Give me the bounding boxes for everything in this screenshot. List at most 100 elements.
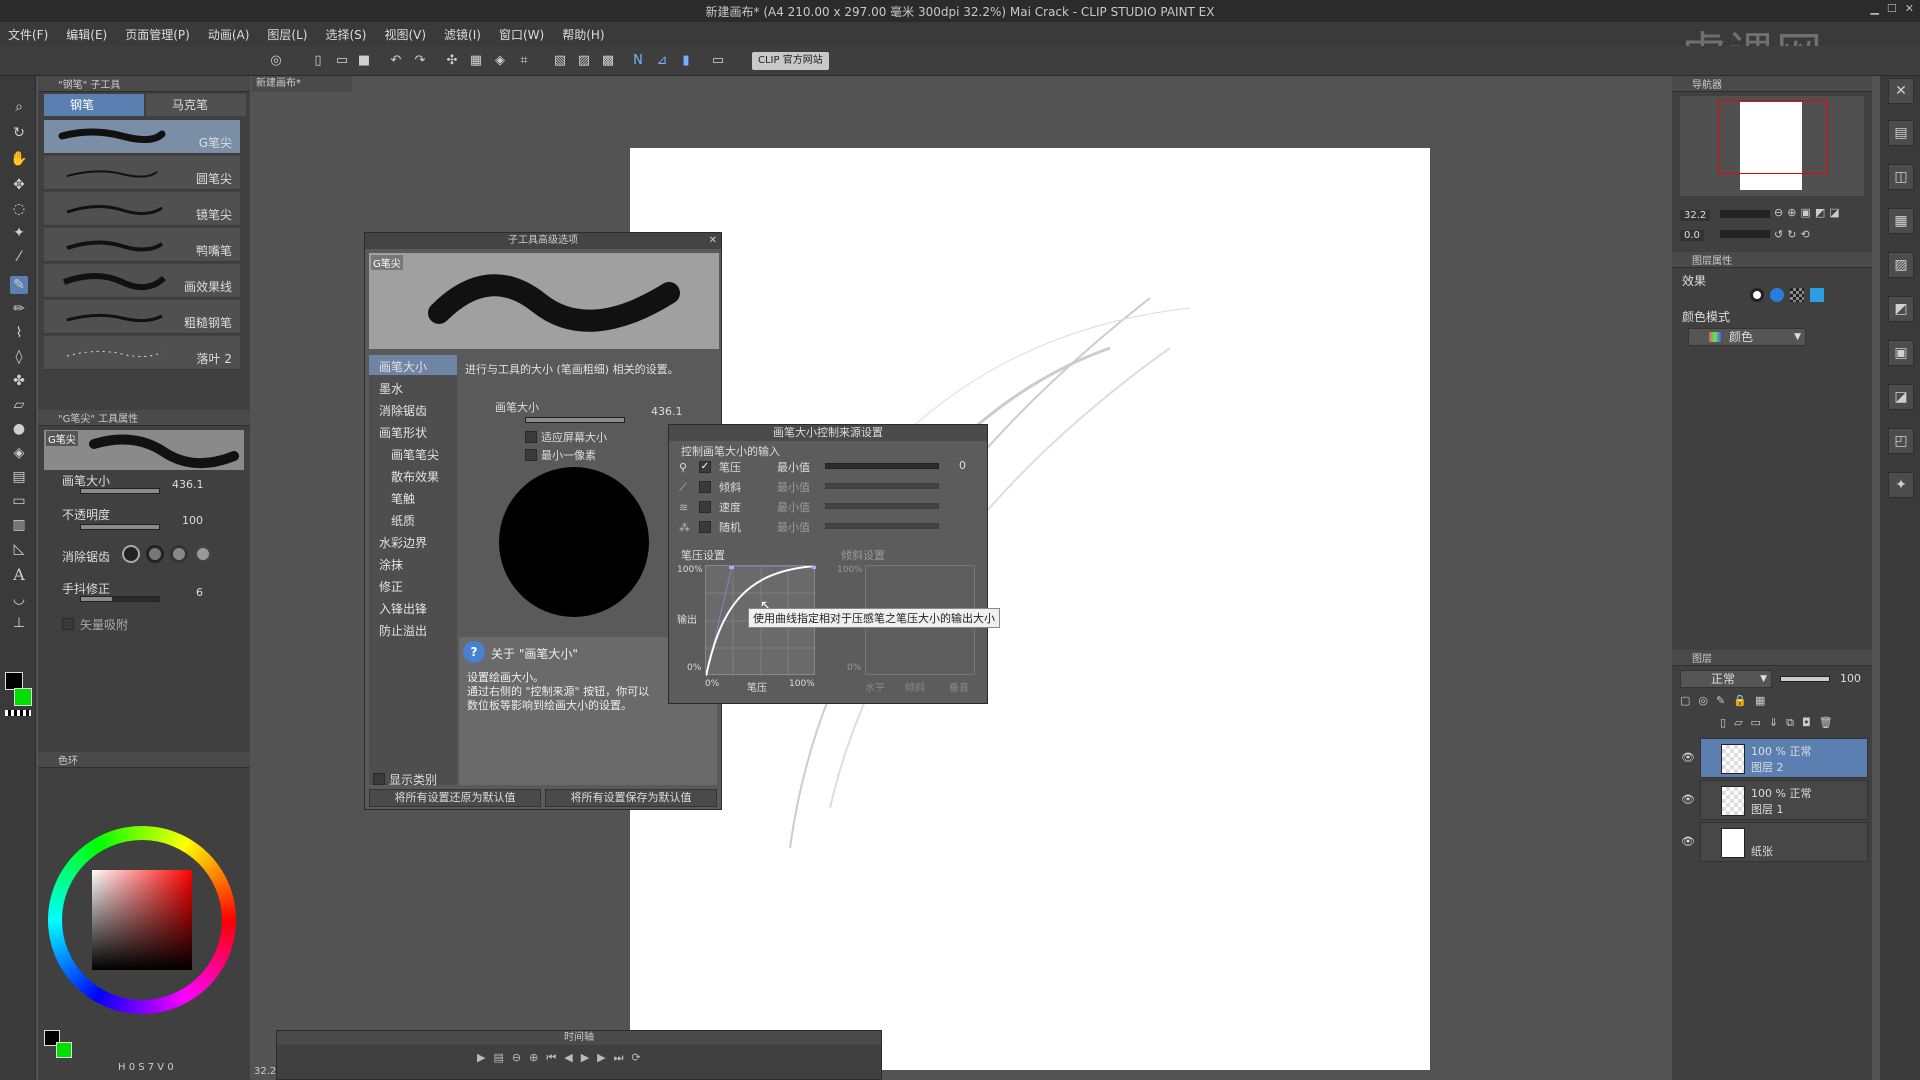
open-file-icon[interactable]: ▭ — [334, 53, 350, 69]
snap-special-icon[interactable]: ⊿ — [654, 53, 670, 69]
last-frame-icon[interactable]: ⏭ — [614, 1051, 624, 1065]
tilt-checkbox[interactable] — [699, 481, 711, 493]
draft-icon[interactable]: ✎ — [1716, 694, 1725, 707]
reset-default-button[interactable]: 将所有设置还原为默认值 — [369, 789, 541, 807]
balloon-icon[interactable]: ◡ — [10, 590, 28, 608]
navigator-zoom-slider[interactable] — [1720, 210, 1770, 218]
play-icon[interactable]: ▶ — [581, 1051, 589, 1065]
next-frame-icon[interactable]: ▶ — [597, 1051, 605, 1065]
copy-layer-icon[interactable]: ⧉ — [1786, 716, 1794, 730]
frame-icon[interactable]: ▥ — [10, 516, 28, 534]
prev-frame-icon[interactable]: ◀ — [564, 1051, 572, 1065]
navigator-tab[interactable]: 导航器 — [1692, 76, 1722, 91]
pose-icon[interactable]: ✦ — [1888, 472, 1914, 498]
color-mode-select[interactable]: 颜色 ▼ — [1688, 328, 1806, 346]
ruler-icon[interactable]: ◺ — [10, 540, 28, 558]
saturation-value-square[interactable] — [92, 870, 192, 970]
select-none-icon[interactable]: ▧ — [552, 53, 568, 69]
invert-select-icon[interactable]: ▨ — [576, 53, 592, 69]
panel-collapse-icon[interactable]: ✕ — [1888, 78, 1914, 104]
category-blend[interactable]: 涂抹 — [379, 556, 403, 573]
menu-view[interactable]: 视图(V) — [384, 26, 426, 43]
brush-item-leaves[interactable]: 落叶 2 — [44, 336, 240, 370]
new-vector-layer-icon[interactable]: ▱ — [1734, 716, 1742, 730]
visibility-eye-icon[interactable]: 👁 — [1681, 835, 1695, 848]
category-stroke[interactable]: 笔触 — [391, 490, 415, 507]
category-antialias[interactable]: 消除锯齿 — [379, 402, 427, 419]
menu-page[interactable]: 页面管理(P) — [125, 26, 190, 43]
flip-h-icon[interactable]: ◩ — [1815, 206, 1825, 219]
close-icon[interactable]: ✕ — [709, 233, 717, 249]
blend-mode-select[interactable]: 正常 ▼ — [1680, 670, 1772, 688]
fit-icon[interactable]: ▣ — [1800, 206, 1810, 219]
layer-row[interactable]: 👁 100 % 正常 图层 1 — [1681, 780, 1868, 820]
category-texture[interactable]: 纸质 — [391, 512, 415, 529]
category-brush-size[interactable]: 画笔大小 — [379, 358, 427, 375]
reference-icon[interactable]: ◎ — [1698, 694, 1708, 707]
min-pixel-checkbox[interactable] — [525, 449, 537, 461]
pressure-min-value[interactable]: 0 — [959, 459, 966, 472]
reset-rotate-icon[interactable]: ⟲ — [1800, 228, 1809, 241]
navigator-view[interactable] — [1680, 96, 1864, 196]
mask-icon[interactable]: ◘ — [1802, 716, 1811, 730]
item-bank-icon[interactable]: ▤ — [1888, 120, 1914, 146]
brush-size-slider[interactable] — [80, 488, 160, 494]
category-brush-shape[interactable]: 画笔形状 — [379, 424, 427, 441]
opacity-slider[interactable] — [80, 524, 160, 530]
navigator-zoom-value[interactable]: 32.2 — [1680, 210, 1711, 221]
clip-website-button[interactable]: CLIP 官方网站 — [752, 52, 829, 70]
minimize-icon[interactable]: ▁ — [1870, 2, 1878, 15]
antialias-strong[interactable] — [194, 545, 212, 563]
fill-icon[interactable]: ▦ — [468, 53, 484, 69]
navigator-view-frame[interactable] — [1718, 100, 1828, 174]
vector-snap-checkbox[interactable] — [62, 618, 74, 630]
eraser-tool-icon[interactable]: ▱ — [10, 396, 28, 414]
brush-size-value[interactable]: 436.1 — [172, 478, 204, 491]
tone-material-icon[interactable]: ▦ — [1888, 208, 1914, 234]
new-folder-icon[interactable]: ▭ — [1751, 716, 1761, 730]
frame-material-icon[interactable]: ▣ — [1888, 340, 1914, 366]
opacity-value[interactable]: 100 — [182, 514, 203, 527]
lock-transparent-icon[interactable]: ▦ — [1755, 694, 1765, 707]
document-tab[interactable]: 新建画布* — [252, 76, 352, 92]
3d-material-icon[interactable]: ◪ — [1888, 384, 1914, 410]
pencil-icon[interactable]: ✏ — [10, 300, 28, 318]
close-icon[interactable]: ✕ — [1905, 2, 1914, 15]
sub-color-swatch[interactable] — [14, 688, 32, 706]
stabilize-value[interactable]: 6 — [196, 586, 203, 599]
random-checkbox[interactable] — [699, 521, 711, 533]
figure-icon[interactable]: ▭ — [10, 492, 28, 510]
category-taper[interactable]: 入锋出锋 — [379, 600, 427, 617]
sub-color-small[interactable] — [56, 1042, 72, 1058]
tab-marker[interactable]: 马克笔 — [146, 94, 246, 116]
fit-screen-checkbox[interactable] — [525, 431, 537, 443]
first-frame-icon[interactable]: ⏮ — [546, 1051, 556, 1065]
zoom-out-icon[interactable]: ⊖ — [1774, 206, 1783, 219]
brush-material-icon[interactable]: ◩ — [1888, 296, 1914, 322]
clear-icon[interactable]: ✣ — [444, 53, 460, 69]
category-prevent-overflow[interactable]: 防止溢出 — [379, 622, 427, 639]
brush-item-mirror-pen[interactable]: 镜笔尖 — [44, 192, 240, 226]
zoom-in-timeline-icon[interactable]: ⊕ — [529, 1051, 538, 1065]
zoom-in-icon[interactable]: ⊕ — [1787, 206, 1796, 219]
menu-filter[interactable]: 滤镜(I) — [444, 26, 481, 43]
layer-tab[interactable]: 图层 — [1692, 650, 1712, 665]
speed-checkbox[interactable] — [699, 501, 711, 513]
brush-item-duck-pen[interactable]: 鸭嘴笔 — [44, 228, 240, 262]
flip-v-icon[interactable]: ◪ — [1829, 206, 1839, 219]
hand-icon[interactable]: ✋ — [10, 150, 28, 168]
category-ink[interactable]: 墨水 — [379, 380, 403, 397]
menu-edit[interactable]: 编辑(E) — [66, 26, 107, 43]
new-raster-layer-icon[interactable]: ▯ — [1720, 716, 1726, 730]
layer-row[interactable]: 👁 纸张 — [1681, 822, 1868, 862]
snap-ruler-icon[interactable]: N — [630, 53, 646, 69]
visibility-eye-icon[interactable]: 👁 — [1681, 793, 1695, 806]
new-timeline-icon[interactable]: ▶ — [477, 1051, 485, 1065]
lock-icon[interactable]: 🔒 — [1733, 694, 1747, 707]
cel-icon[interactable]: ▤ — [493, 1051, 503, 1065]
menu-file[interactable]: 文件(F) — [8, 26, 48, 43]
blend-icon[interactable]: ● — [10, 420, 28, 438]
loop-icon[interactable]: ⟳ — [632, 1051, 641, 1065]
fill-tool-icon[interactable]: ◈ — [10, 444, 28, 462]
merge-down-icon[interactable]: ⇓ — [1769, 716, 1778, 730]
